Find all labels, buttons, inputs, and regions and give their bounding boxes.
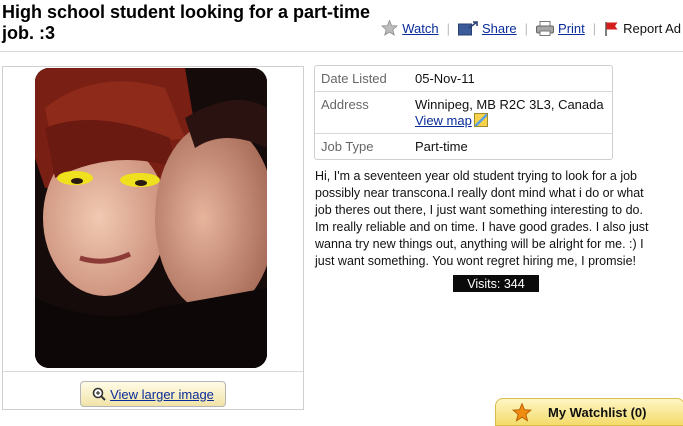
date-listed-label: Date Listed bbox=[321, 71, 387, 86]
separator: | bbox=[446, 20, 450, 36]
photo-image bbox=[35, 68, 267, 368]
star-icon bbox=[381, 20, 399, 36]
star-icon bbox=[512, 402, 532, 422]
address-label: Address bbox=[321, 97, 369, 112]
share-label: Share bbox=[481, 20, 517, 36]
share-button[interactable]: Share bbox=[457, 20, 517, 36]
details-row-date: Date Listed 05-Nov-11 bbox=[315, 66, 612, 92]
address-value-block: Winnipeg, MB R2C 3L3, Canada View map bbox=[415, 97, 612, 129]
print-button[interactable]: Print bbox=[536, 20, 585, 36]
header-divider bbox=[0, 51, 683, 52]
watchlist-label: My Watchlist (0) bbox=[548, 404, 647, 420]
address-value: Winnipeg, MB R2C 3L3, Canada bbox=[415, 97, 604, 112]
page-title: High school student looking for a part-t… bbox=[2, 2, 371, 43]
map-icon[interactable] bbox=[473, 113, 488, 127]
details-row-job-type: Job Type Part-time bbox=[315, 134, 612, 159]
view-map-link[interactable]: View map bbox=[415, 113, 472, 128]
listing-photo[interactable] bbox=[35, 68, 267, 368]
magnifier-icon bbox=[92, 387, 106, 401]
share-icon bbox=[457, 20, 478, 35]
separator: | bbox=[524, 20, 529, 36]
details-row-address: Address Winnipeg, MB R2C 3L3, Canada Vie… bbox=[315, 92, 612, 134]
view-larger-label: View larger image bbox=[110, 386, 214, 402]
flag-icon bbox=[605, 21, 618, 36]
listing-description: Hi, I'm a seventeen year old student try… bbox=[315, 169, 649, 268]
job-type-value: Part-time bbox=[415, 139, 468, 154]
listing-details-table: Date Listed 05-Nov-11 Address Winnipeg, … bbox=[314, 65, 613, 160]
listing-actions: Watch | Share | Print | Report Ad bbox=[381, 20, 681, 36]
date-listed-value: 05-Nov-11 bbox=[415, 71, 475, 86]
watchlist-button[interactable]: My Watchlist (0) bbox=[495, 398, 683, 426]
print-icon bbox=[536, 20, 555, 36]
photo-panel: View larger image bbox=[2, 66, 304, 410]
view-map-row: View map bbox=[415, 113, 612, 129]
job-type-label: Job Type bbox=[321, 139, 374, 154]
visits-counter: Visits: 344 bbox=[453, 275, 539, 292]
view-larger-image-button[interactable]: View larger image bbox=[80, 381, 226, 407]
watch-button[interactable]: Watch bbox=[381, 20, 439, 36]
separator: | bbox=[592, 20, 597, 36]
photo-divider bbox=[3, 371, 303, 372]
report-ad-button[interactable]: Report Ad bbox=[604, 21, 681, 36]
watch-label: Watch bbox=[402, 20, 439, 36]
print-label: Print bbox=[558, 20, 585, 36]
report-ad-label: Report Ad bbox=[623, 20, 681, 36]
